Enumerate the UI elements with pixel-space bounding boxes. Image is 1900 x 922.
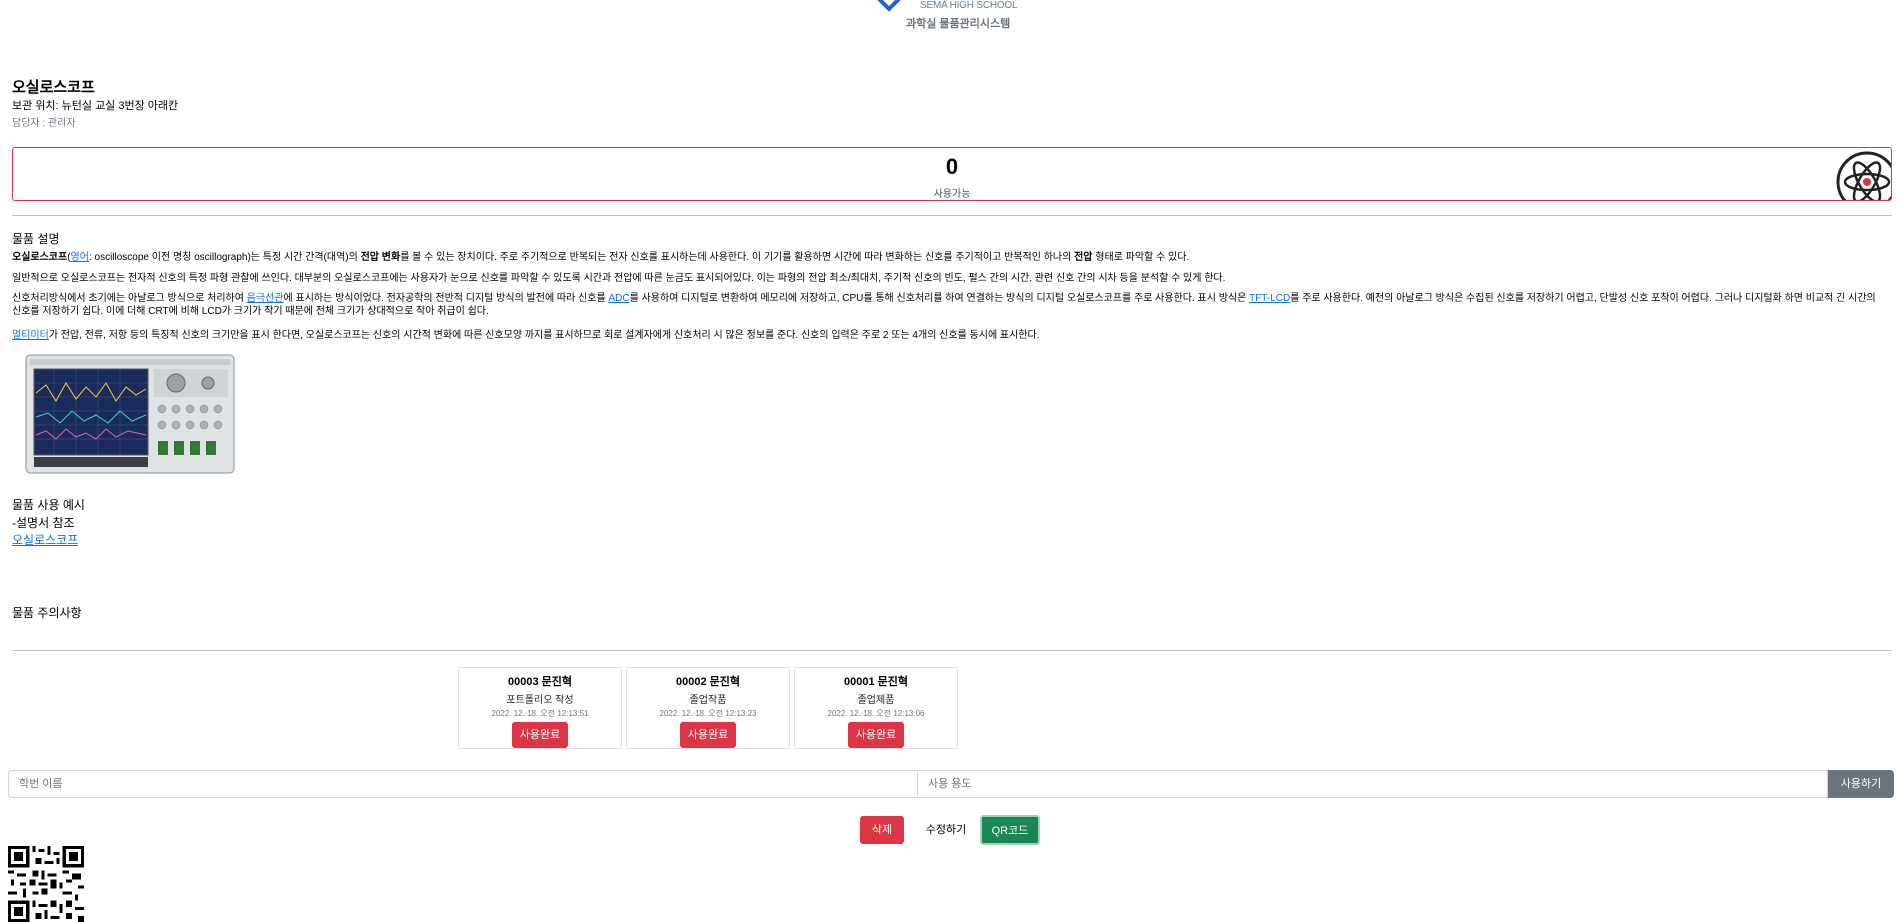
description-title: 물품 설명 — [12, 232, 60, 246]
item-location: 보관 위치: 뉴턴실 교실 3번장 아래칸 — [12, 100, 179, 112]
usage-form: 사용하기 — [8, 770, 1894, 798]
description-paragraph-2: 일반적으로 오실로스코프는 전자적 신호의 특정 파형 관찰에 쓰인다. 대부분… — [12, 273, 1226, 284]
system-name: 과학실 물품관리시스템 — [906, 18, 1011, 30]
usage-record-card: 00003 문진혁 포트폴리오 작성 2022. 12. 18. 오전 12:1… — [458, 667, 622, 749]
complete-button[interactable]: 사용완료 — [679, 722, 737, 748]
available-count: 0 — [945, 154, 959, 179]
description-paragraph-1: 오실로스코프(영어: oscilloscope 이전 명칭 oscillogra… — [12, 252, 1190, 263]
description-paragraph-3: 신호처리방식에서 초기에는 아날로그 방식으로 처리하여 음극선관에 표시하는 … — [12, 293, 1876, 317]
record-title: 00003 문진혁 — [507, 676, 572, 688]
qr-code-icon — [8, 846, 84, 922]
complete-button[interactable]: 사용완료 — [511, 722, 569, 748]
oscilloscope-image — [25, 354, 235, 474]
crt-link[interactable]: 음극선관 — [247, 293, 284, 304]
usage-example-link[interactable]: 오실로스코프 — [12, 531, 78, 548]
edit-button[interactable]: 수정하기 — [912, 816, 980, 844]
school-name: SEMA HIGH SCHOOL — [920, 0, 1018, 11]
school-logo[interactable]: SEMA HIGH SCHOOL 과학실 물품관리시스템 — [876, 0, 1020, 34]
record-time: 2022. 12. 18. 오전 12:13:23 — [659, 709, 757, 718]
item-actions: 삭제 수정하기 QR코드 — [0, 815, 1900, 846]
complete-button[interactable]: 사용완료 — [847, 722, 905, 748]
delete-button[interactable]: 삭제 — [860, 816, 904, 844]
student-id-name-input[interactable] — [8, 770, 918, 798]
english-link[interactable]: 영어 — [71, 252, 89, 263]
atom-icon — [1836, 151, 1891, 200]
description-term: 오실로스코프 — [12, 252, 68, 263]
item-manager: 담당자 : 관리자 — [12, 118, 76, 129]
adc-link[interactable]: ADC — [608, 293, 629, 304]
divider-top — [12, 215, 1892, 216]
record-title: 00001 문진혁 — [843, 676, 908, 688]
usage-record-card: 00002 문진혁 졸업작품 2022. 12. 18. 오전 12:13:23… — [626, 667, 790, 749]
school-diamond-logo-icon — [876, 0, 902, 12]
availability-box: 0 사용가능 — [12, 147, 1892, 201]
usage-example-title: 물품 사용 예시 — [12, 498, 85, 512]
multimeter-link[interactable]: 멀티미터 — [12, 330, 49, 341]
usage-record-card: 00001 문진혁 졸업제품 2022. 12. 18. 오전 12:13:06… — [794, 667, 958, 749]
record-purpose: 졸업제품 — [857, 695, 895, 706]
caution-title: 물품 주의사항 — [12, 606, 82, 620]
record-purpose: 포트폴리오 작성 — [506, 695, 574, 706]
tft-lcd-link[interactable]: TFT-LCD — [1249, 293, 1290, 304]
qr-code-button[interactable]: QR코드 — [980, 815, 1040, 845]
item-name: 오실로스코프 — [12, 79, 95, 96]
record-time: 2022. 12. 18. 오전 12:13:51 — [491, 709, 589, 718]
use-button[interactable]: 사용하기 — [1828, 770, 1894, 798]
usage-purpose-input[interactable] — [917, 770, 1828, 798]
available-label: 사용가능 — [933, 189, 971, 200]
record-purpose: 졸업작품 — [689, 695, 727, 706]
usage-example-text: -설명서 참조 — [12, 516, 75, 530]
divider-bottom — [12, 650, 1892, 651]
record-time: 2022. 12. 18. 오전 12:13:06 — [827, 709, 925, 718]
record-title: 00002 문진혁 — [675, 676, 740, 688]
description-paragraph-4: 멀티미터가 전압, 전류, 저항 등의 특징적 신호의 크기만을 표시 한다면,… — [12, 330, 1040, 341]
